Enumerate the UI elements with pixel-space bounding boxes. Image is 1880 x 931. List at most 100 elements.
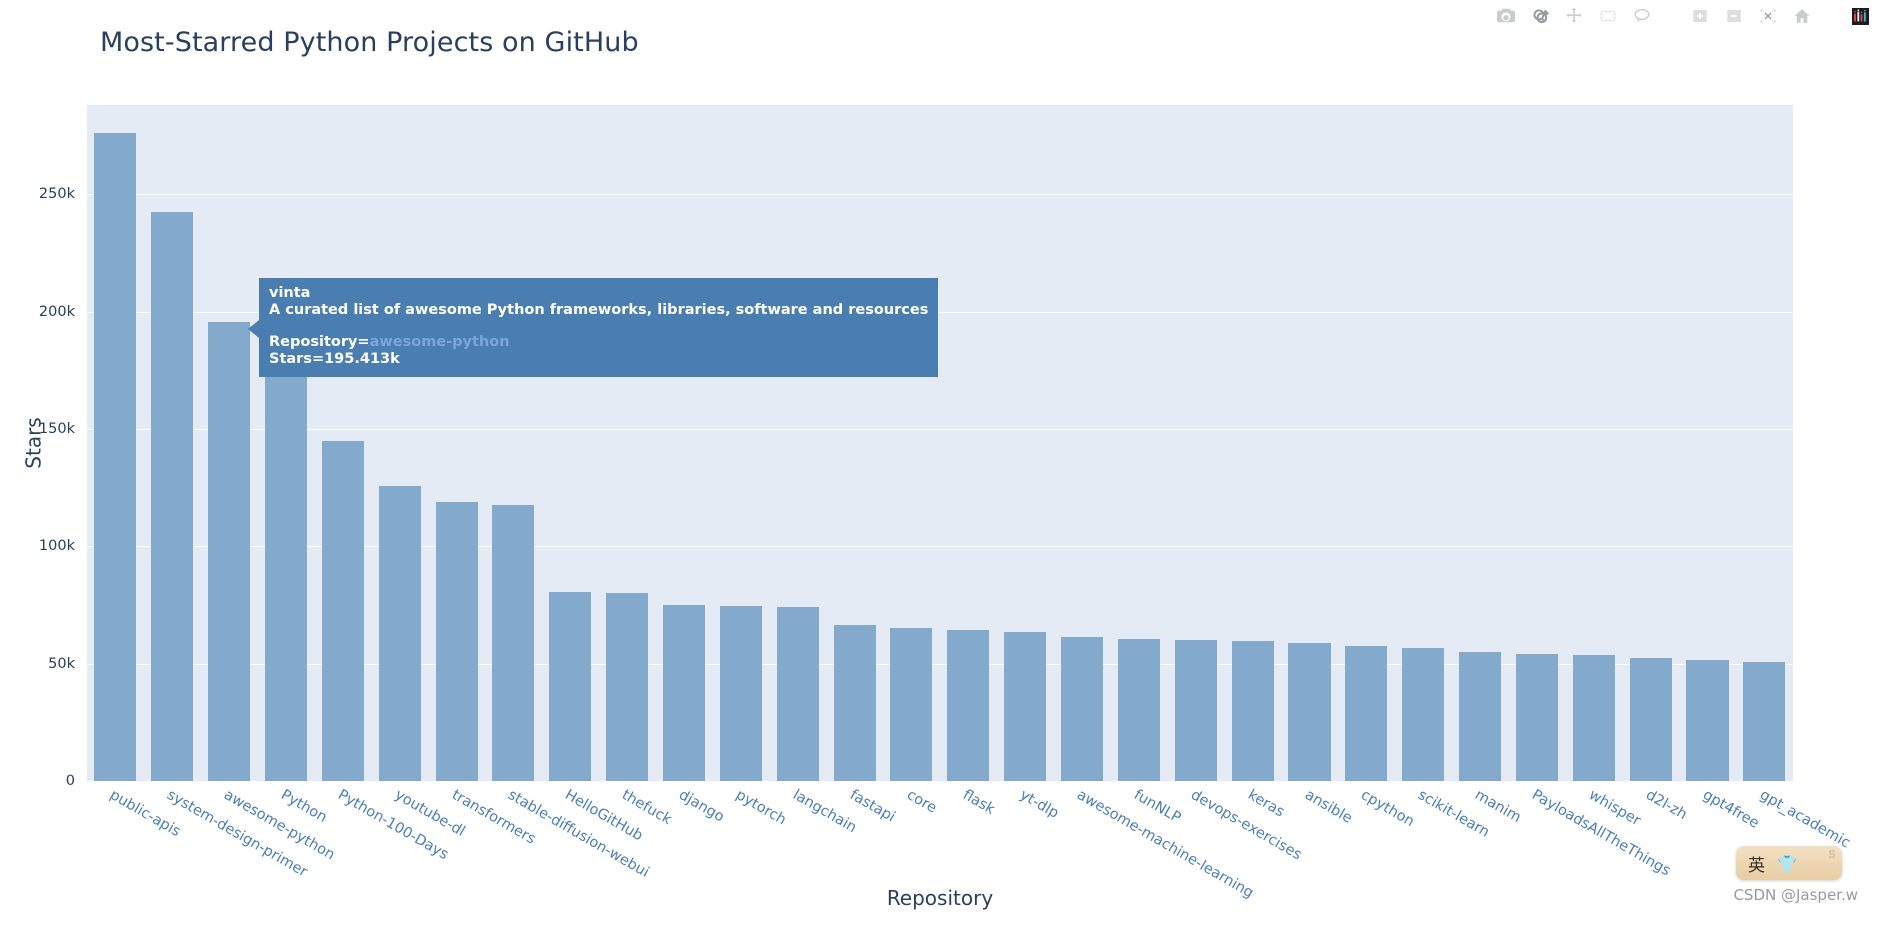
bar[interactable]	[890, 628, 933, 781]
bar[interactable]	[264, 373, 308, 781]
bar-slot[interactable]	[1508, 105, 1565, 781]
tooltip-description: A curated list of awesome Python framewo…	[269, 302, 929, 318]
bar-slot[interactable]	[883, 105, 940, 781]
ime-language-bar[interactable]: 英 👕 S	[1736, 846, 1842, 880]
bar-slot[interactable]	[1452, 105, 1509, 781]
bar-slot[interactable]	[144, 105, 201, 781]
bar[interactable]	[549, 592, 592, 781]
bar-slot[interactable]	[1224, 105, 1281, 781]
ime-language-indicator[interactable]: 英	[1748, 851, 1765, 876]
bar[interactable]	[662, 604, 706, 781]
bar-slot[interactable]	[1338, 105, 1395, 781]
bar-slot[interactable]	[826, 105, 883, 781]
bar[interactable]	[1174, 640, 1217, 781]
y-axis-tick-mark	[79, 428, 87, 430]
bar[interactable]	[719, 606, 762, 781]
bar[interactable]	[1117, 639, 1160, 781]
reset-axes-home-icon[interactable]	[1792, 6, 1812, 26]
y-axis-tick-label: 150k	[38, 420, 75, 437]
bar[interactable]	[1629, 657, 1672, 781]
bar[interactable]	[1686, 660, 1729, 781]
bar[interactable]	[208, 322, 251, 781]
bar[interactable]	[1515, 654, 1558, 781]
zoom-in-icon[interactable]	[1690, 6, 1710, 26]
bar[interactable]	[1061, 636, 1104, 781]
bar-slot[interactable]	[428, 105, 485, 781]
bar-slot[interactable]	[1281, 105, 1338, 781]
box-select-icon[interactable]	[1598, 6, 1618, 26]
x-axis-tick-label: gpt_academic	[1756, 787, 1853, 852]
bar-slot[interactable]	[1110, 105, 1167, 781]
page-title: Most-Starred Python Projects on GitHub	[100, 27, 639, 58]
hover-tooltip: vinta A curated list of awesome Python f…	[248, 278, 939, 377]
tooltip-owner: vinta	[269, 285, 311, 301]
bar[interactable]	[321, 440, 364, 781]
bar-slot[interactable]	[1622, 105, 1679, 781]
bar-slot[interactable]	[1054, 105, 1111, 781]
bar[interactable]	[947, 629, 990, 781]
bar-slot[interactable]	[1736, 105, 1793, 781]
zoom-icon[interactable]	[1530, 6, 1550, 26]
bar-series[interactable]	[87, 105, 1793, 781]
bar-slot[interactable]	[1395, 105, 1452, 781]
bar-slot[interactable]	[769, 105, 826, 781]
bar[interactable]	[1288, 642, 1331, 781]
y-axis-tick-mark	[79, 311, 87, 313]
bar-slot[interactable]	[371, 105, 428, 781]
bar-slot[interactable]	[940, 105, 997, 781]
bar[interactable]	[378, 486, 421, 781]
zoom-out-icon[interactable]	[1724, 6, 1744, 26]
x-axis-tick-label: flask	[960, 787, 998, 818]
bar-slot[interactable]	[712, 105, 769, 781]
bar-slot[interactable]	[87, 105, 144, 781]
tooltip-stars-row: Stars=195.413k	[269, 351, 400, 367]
bar-slot[interactable]	[314, 105, 371, 781]
bar[interactable]	[833, 624, 876, 781]
y-axis-tick-mark	[79, 545, 87, 547]
bar-slot[interactable]	[1679, 105, 1736, 781]
tooltip-arrow-icon	[248, 320, 259, 338]
y-axis-tick-label: 200k	[38, 303, 75, 320]
bar[interactable]	[1004, 631, 1047, 781]
tooltip-repository-label: Repository=	[269, 334, 370, 350]
bar[interactable]	[1402, 648, 1445, 781]
watermark: CSDN @Jasper.w	[1733, 886, 1858, 904]
bar-slot[interactable]	[997, 105, 1054, 781]
bar[interactable]	[435, 501, 478, 781]
bar[interactable]	[151, 211, 194, 781]
bar-slot[interactable]	[599, 105, 656, 781]
bar-slot[interactable]	[1565, 105, 1622, 781]
bar[interactable]	[94, 133, 137, 781]
plotly-modebar[interactable]	[1496, 6, 1870, 26]
bar[interactable]	[1459, 651, 1502, 781]
y-axis-tick-mark	[79, 780, 87, 782]
plotly-logo-icon[interactable]	[1850, 6, 1870, 26]
y-axis-tick-mark	[79, 663, 87, 665]
pan-icon[interactable]	[1564, 6, 1584, 26]
plot-area[interactable]	[87, 105, 1793, 781]
download-camera-icon[interactable]	[1496, 6, 1516, 26]
bar[interactable]	[1345, 646, 1388, 781]
bar[interactable]	[1572, 655, 1615, 781]
y-axis-tick-label: 100k	[38, 538, 75, 555]
bar-slot[interactable]	[542, 105, 599, 781]
bar-slot[interactable]	[656, 105, 713, 781]
y-axis-tick-label: 50k	[48, 655, 75, 672]
y-axis-tick-label: 250k	[38, 186, 75, 203]
bar[interactable]	[606, 593, 649, 781]
bar-slot[interactable]	[1167, 105, 1224, 781]
bar-slot[interactable]	[258, 105, 315, 781]
bar[interactable]	[492, 505, 535, 781]
ime-brand-icon: S	[1828, 848, 1836, 861]
x-axis-title: Repository	[886, 886, 994, 910]
bar-slot[interactable]	[201, 105, 258, 781]
ime-skin-shirt-icon[interactable]: 👕	[1777, 854, 1797, 873]
tooltip-repository-row: Repository=awesome-python	[269, 334, 928, 351]
autoscale-icon[interactable]	[1758, 6, 1778, 26]
lasso-select-icon[interactable]	[1632, 6, 1652, 26]
bar[interactable]	[776, 607, 819, 781]
bar[interactable]	[1231, 641, 1274, 781]
bar-slot[interactable]	[485, 105, 542, 781]
y-axis: Stars 0 50k 100k 150k 200k 250k	[0, 105, 87, 789]
bar[interactable]	[1743, 662, 1786, 781]
